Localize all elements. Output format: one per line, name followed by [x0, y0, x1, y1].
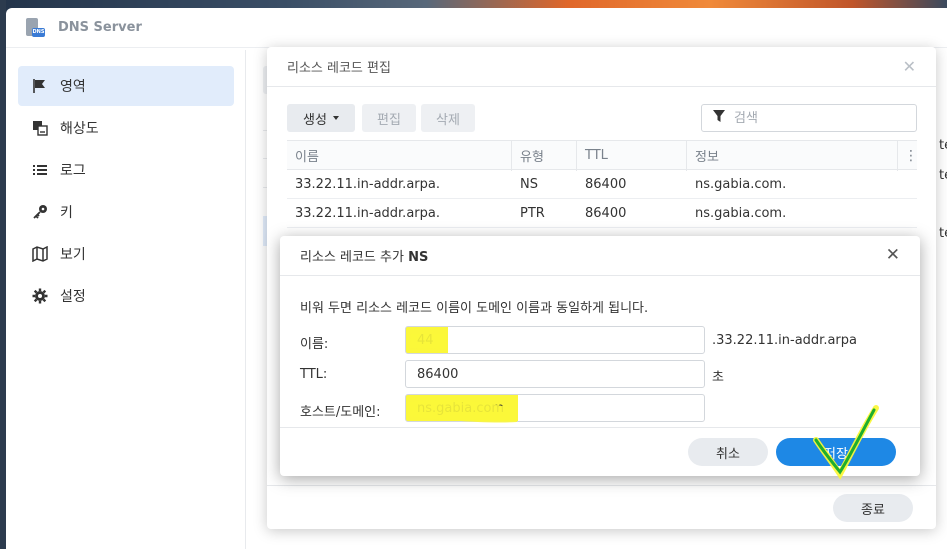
cell-ttl: 86400	[585, 205, 627, 221]
cell-ttl: 86400	[585, 176, 627, 192]
close-icon[interactable]: ✕	[903, 59, 916, 75]
edit-button-label: 편집	[377, 112, 401, 128]
edit-button[interactable]: 편집	[362, 104, 416, 132]
search-box[interactable]	[701, 104, 917, 132]
cancel-button-label: 취소	[716, 446, 740, 462]
sidebar-item-label: 로그	[60, 163, 86, 179]
dialog-title: 리소스 레코드 추가 NS	[300, 246, 428, 265]
sidebar-item-label: 키	[60, 205, 73, 221]
close-dialog-button[interactable]: 종료	[833, 494, 913, 522]
sidebar-item-resolution[interactable]: 해상도	[18, 108, 234, 148]
sidebar-item-settings[interactable]: 설정	[18, 276, 234, 316]
zone-row-cut-text: te	[939, 226, 947, 241]
map-icon	[32, 246, 48, 262]
sidebar-item-label: 해상도	[60, 121, 99, 137]
column-header-ttl[interactable]: TTL	[585, 141, 608, 169]
cell-name: 33.22.11.in-addr.arpa.	[295, 176, 440, 192]
cell-info: ns.gabia.com.	[695, 176, 787, 192]
app-title: DNS Server	[58, 20, 142, 35]
sidebar-item-label: 영역	[60, 79, 86, 95]
sidebar-item-zones[interactable]: 영역	[18, 66, 234, 106]
close-dialog-button-label: 종료	[861, 502, 885, 518]
column-options-icon[interactable]: ⋮	[904, 141, 918, 171]
sidebar-item-log[interactable]: 로그	[18, 150, 234, 190]
chevron-down-icon	[332, 116, 339, 120]
key-icon	[32, 204, 48, 220]
gear-icon	[32, 288, 48, 304]
create-button[interactable]: 생성	[287, 104, 355, 132]
flag-icon	[32, 78, 48, 94]
sidebar-item-keys[interactable]: 키	[18, 192, 234, 232]
window-titlebar: DNS DNS Server	[6, 8, 947, 48]
records-table: 이름 유형 TTL 정보 ⋮ 33.22.11.in-addr.arpa. NS…	[287, 140, 918, 228]
name-label: 이름:	[300, 337, 329, 352]
cell-type: NS	[520, 176, 538, 192]
sidebar: 영역 해상도 로그 키 보기 설정	[6, 50, 246, 549]
resolution-icon	[32, 120, 48, 136]
zone-row-cut-text: te	[939, 138, 947, 153]
close-icon[interactable]: ✕	[886, 247, 900, 264]
search-input[interactable]	[734, 110, 904, 126]
dialog-header: 리소스 레코드 편집 ✕	[267, 47, 936, 87]
cell-type: PTR	[520, 205, 545, 221]
table-header: 이름 유형 TTL 정보 ⋮	[287, 140, 918, 171]
add-record-dialog: 리소스 레코드 추가 NS ✕ 비워 두면 리소스 레코드 이름이 도메인 이름…	[280, 236, 920, 476]
delete-button-label: 삭제	[436, 112, 460, 128]
column-header-type[interactable]: 유형	[520, 141, 544, 169]
host-domain-field[interactable]	[405, 394, 705, 422]
name-suffix: .33.22.11.in-addr.arpa	[712, 333, 857, 348]
name-field[interactable]	[405, 326, 705, 354]
filter-icon	[712, 109, 726, 127]
dialog-description: 비워 두면 리소스 레코드 이름이 도메인 이름과 동일하게 됩니다.	[300, 301, 649, 316]
dialog-title: 리소스 레코드 편집	[287, 61, 391, 76]
cell-name: 33.22.11.in-addr.arpa.	[295, 205, 440, 221]
save-button-label: 저장	[824, 446, 848, 462]
divider	[280, 427, 920, 428]
sidebar-item-view[interactable]: 보기	[18, 234, 234, 274]
record-type-label: NS	[408, 250, 429, 265]
divider	[267, 485, 936, 486]
dialog-title-text: 리소스 레코드 추가	[300, 250, 404, 265]
dns-server-app-icon: DNS	[24, 17, 46, 39]
delete-button[interactable]: 삭제	[421, 104, 475, 132]
ttl-unit: 초	[712, 370, 724, 385]
sidebar-item-label: 설정	[60, 289, 86, 305]
zone-row-cut-text: te	[939, 168, 947, 183]
sidebar-item-label: 보기	[60, 247, 86, 263]
ttl-label: TTL:	[300, 367, 328, 382]
dialog-header: 리소스 레코드 추가 NS ✕	[280, 236, 920, 276]
column-header-info[interactable]: 정보	[695, 141, 719, 169]
ttl-field[interactable]	[405, 360, 705, 388]
cancel-button[interactable]: 취소	[688, 438, 768, 466]
table-row[interactable]: 33.22.11.in-addr.arpa. NS 86400 ns.gabia…	[287, 170, 917, 199]
cell-info: ns.gabia.com.	[695, 205, 787, 221]
host-label: 호스트/도메인:	[300, 405, 381, 420]
table-row[interactable]: 33.22.11.in-addr.arpa. PTR 86400 ns.gabi…	[287, 199, 917, 228]
create-button-label: 생성	[303, 112, 327, 128]
column-header-name[interactable]: 이름	[295, 141, 319, 169]
list-icon	[32, 162, 48, 178]
save-button[interactable]: 저장	[776, 438, 896, 466]
